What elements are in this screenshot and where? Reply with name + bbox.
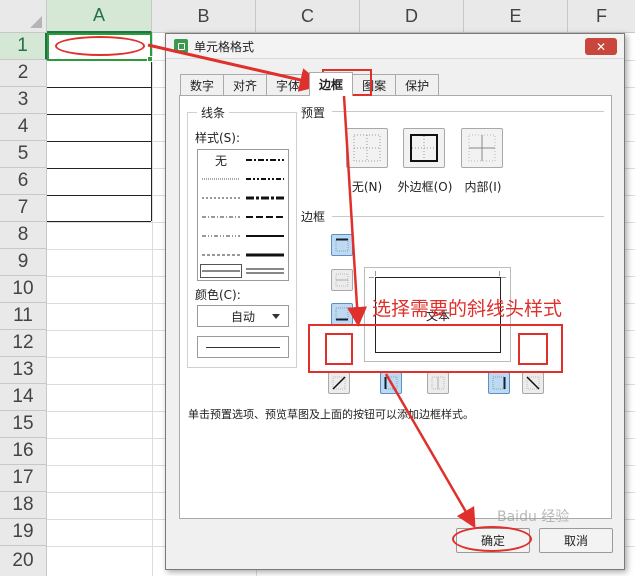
arrow-to-border-tab: [147, 43, 324, 92]
watermark: Baidu 经验: [497, 509, 570, 525]
arrow-to-ok-button: [384, 373, 476, 529]
annotation-instruction: 选择需要的斜线头样式: [372, 298, 563, 320]
tab-border[interactable]: 边框: [309, 72, 354, 96]
arrow-to-diagonal-row: [342, 95, 368, 327]
